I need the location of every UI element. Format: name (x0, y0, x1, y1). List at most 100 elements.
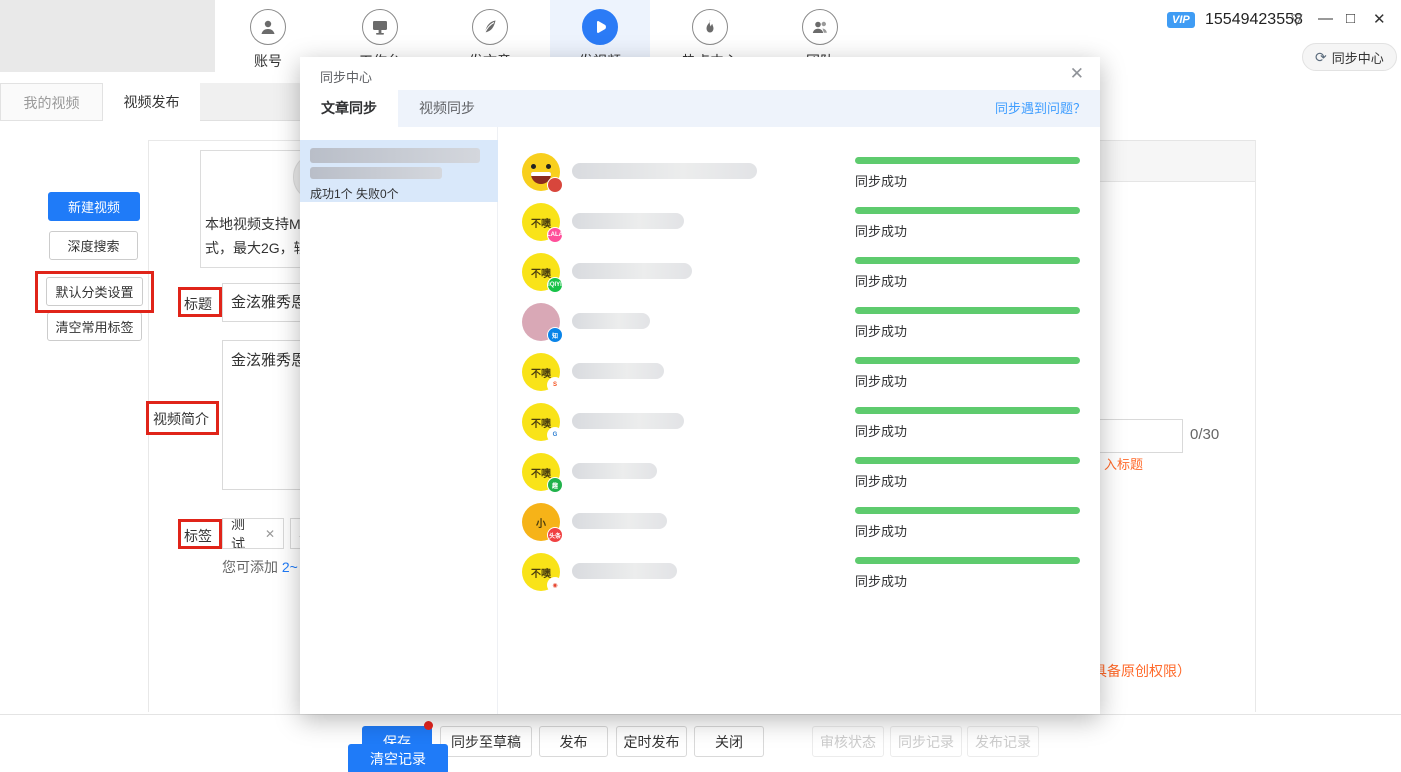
platform-badge: LALA (547, 227, 563, 243)
sync-help-link[interactable]: 同步遇到问题？ (995, 90, 1086, 127)
topbar-left-block (0, 0, 215, 72)
laugh-emoji-avatar (522, 153, 560, 191)
sync-row: 小头条 同步成功 (498, 497, 1100, 547)
tab-my-videos[interactable]: 我的视频 (0, 83, 103, 121)
review-status-button[interactable]: 审核状态 (812, 726, 884, 757)
sync-center-label: 同步中心 (1332, 48, 1384, 67)
account-caret-icon[interactable]: ▽ (1291, 10, 1303, 28)
sync-center-button[interactable]: ⟳ 同步中心 (1302, 43, 1397, 71)
tag-item[interactable]: 测试 ✕ (222, 518, 284, 549)
tags-hint: 您可添加 2~ (222, 557, 298, 577)
sync-row: 知 同步成功 (498, 297, 1100, 347)
right-panel-right-border (1255, 140, 1256, 712)
sync-status-text: 同步成功 (855, 221, 907, 240)
tags-hint-link: 2~ (282, 559, 298, 575)
sync-result-list: 同步成功 不噢LALA 同步成功 不噢iQIYI 同步成功 知 同步成功 (498, 127, 1100, 667)
right-panel-header-band (1090, 140, 1256, 182)
publish-button[interactable]: 发布 (539, 726, 608, 757)
sync-progress-bar (855, 357, 1080, 364)
qutoutiao-platform-avatar: 不噢趣 (522, 453, 560, 491)
scheduled-publish-button[interactable]: 定时发布 (616, 726, 687, 757)
sync-row: 不噢◉ 同步成功 (498, 547, 1100, 597)
doc-platform-avatar: 不噢G (522, 403, 560, 441)
platform-badge: 趣 (547, 477, 563, 493)
sync-progress-bar (855, 507, 1080, 514)
blurred-record-title (310, 148, 480, 163)
save-notification-dot (424, 721, 433, 730)
user-icon (250, 9, 286, 45)
personalized-title-hint-fragment: 入标题 (1104, 454, 1143, 473)
blurred-platform-name (572, 263, 692, 279)
new-video-button[interactable]: 新建视频 (48, 192, 140, 221)
sync-row: 不噢iQIYI 同步成功 (498, 247, 1100, 297)
sync-status-text: 同步成功 (855, 521, 907, 540)
default-category-button[interactable]: 默认分类设置 (46, 277, 143, 306)
blurred-platform-name (572, 313, 650, 329)
sync-row: 同步成功 (498, 147, 1100, 197)
sync-center-modal: 同步中心 ✕ 文章同步 视频同步 同步遇到问题？ 成功1个 失败0个 清空记录 (300, 57, 1100, 714)
sync-row: 不噢LALA 同步成功 (498, 197, 1100, 247)
flame-icon (692, 9, 728, 45)
refresh-icon: ⟳ (1315, 49, 1327, 66)
sync-row: 不噢G 同步成功 (498, 397, 1100, 447)
team-icon (802, 9, 838, 45)
close-window-button[interactable]: ✕ (1373, 10, 1386, 28)
title-label: 标题 (184, 294, 212, 314)
sync-history-panel: 成功1个 失败0个 清空记录 (300, 127, 498, 714)
sync-progress-bar (855, 307, 1080, 314)
sync-row: 不噢S 同步成功 (498, 347, 1100, 397)
video-icon (582, 9, 618, 45)
record-summary: 成功1个 失败0个 (310, 185, 488, 202)
publish-records-button[interactable]: 发布记录 (967, 726, 1039, 757)
close-button[interactable]: 关闭 (694, 726, 764, 757)
minimize-button[interactable]: — (1318, 10, 1333, 27)
sync-progress-bar (855, 557, 1080, 564)
sync-progress-bar (855, 457, 1080, 464)
deep-search-button[interactable]: 深度搜索 (49, 231, 138, 260)
blurred-record-title (310, 167, 442, 179)
toutiao-platform-avatar: 小头条 (522, 503, 560, 541)
modal-tab-video-sync[interactable]: 视频同步 (398, 90, 496, 127)
original-rights-hint-fragment: 具备原创权限） (1093, 661, 1191, 681)
sync-status-text: 同步成功 (855, 571, 907, 590)
modal-close-icon[interactable]: ✕ (1070, 64, 1084, 84)
blurred-platform-name (572, 563, 677, 579)
tag-remove-icon[interactable]: ✕ (265, 527, 275, 541)
sync-status-text: 同步成功 (855, 271, 907, 290)
sync-progress-bar (855, 407, 1080, 414)
sync-to-draft-button[interactable]: 同步至草稿 (440, 726, 532, 757)
account-id: 15549423558 (1205, 11, 1303, 29)
maximize-button[interactable]: □ (1346, 10, 1355, 27)
blurred-platform-name (572, 463, 657, 479)
clear-common-tags-button[interactable]: 清空常用标签 (47, 312, 142, 341)
tab-video-publish[interactable]: 视频发布 (103, 83, 200, 121)
description-label: 视频简介 (153, 409, 209, 429)
monitor-icon (362, 9, 398, 45)
clear-records-button[interactable]: 清空记录 (348, 744, 448, 772)
modal-tabstrip: 文章同步 视频同步 同步遇到问题？ (300, 90, 1100, 127)
sync-row: 不噢趣 同步成功 (498, 447, 1100, 497)
sync-history-item-selected[interactable]: 成功1个 失败0个 (300, 140, 498, 202)
char-counter: 0/30 (1190, 426, 1219, 443)
tags-hint-text: 您可添加 (222, 559, 282, 575)
lala-platform-avatar: 不噢LALA (522, 203, 560, 241)
nav-label: 账号 (228, 51, 308, 71)
modal-tab-article-sync[interactable]: 文章同步 (300, 90, 398, 127)
sync-records-button[interactable]: 同步记录 (890, 726, 962, 757)
app-window: 账号 工作台 发文章 发视频 热点中心 团队 VIP 15549423558 ▽… (0, 0, 1401, 772)
sync-status-text: 同步成功 (855, 321, 907, 340)
platform-badge: G (547, 427, 563, 443)
sync-status-text: 同步成功 (855, 421, 907, 440)
emoji-eye (546, 164, 551, 169)
nav-item-account[interactable]: 账号 (228, 9, 308, 71)
zhihu-platform-avatar: 知 (522, 303, 560, 341)
platform-badge: iQIYI (547, 277, 563, 293)
blurred-platform-name (572, 163, 757, 179)
blurred-platform-name (572, 513, 667, 529)
pen-icon (472, 9, 508, 45)
tag-text: 测试 (231, 518, 259, 549)
sync-status-text: 同步成功 (855, 371, 907, 390)
sync-progress-bar (855, 157, 1080, 164)
sync-status-text: 同步成功 (855, 171, 907, 190)
platform-badge: 头条 (547, 527, 563, 543)
